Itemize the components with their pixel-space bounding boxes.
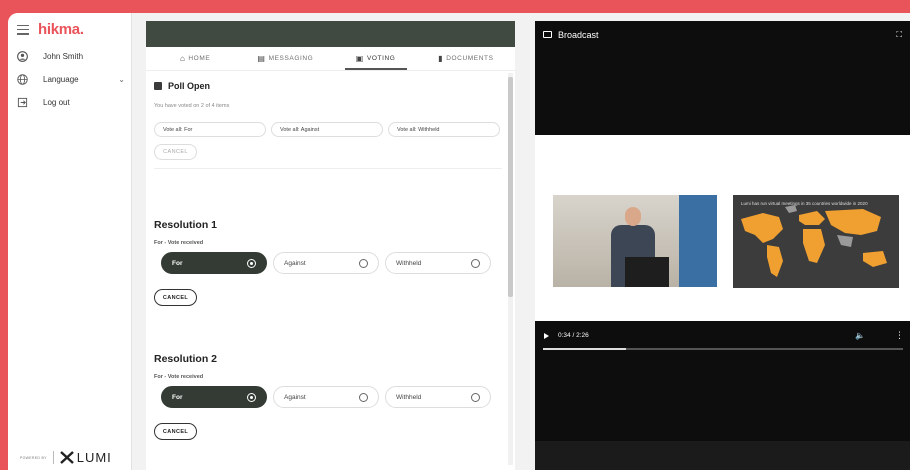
broadcast-footer	[535, 441, 910, 470]
choice-label: For	[172, 393, 183, 401]
broadcast-panel: Broadcast ⛶ Lumi has run virtual meeting…	[535, 21, 910, 470]
choice-row: For Against Withheld	[154, 252, 502, 274]
podium	[625, 257, 669, 287]
choice-withheld[interactable]: Withheld	[385, 252, 491, 274]
voting-content: Poll Open You have voted on 2 of 4 items…	[154, 77, 502, 440]
section-divider	[154, 168, 502, 169]
radio-selected-icon	[247, 258, 256, 268]
cancel-vote-button[interactable]: CANCEL	[154, 289, 197, 306]
logout-label: Log out	[43, 98, 70, 107]
world-map-icon	[741, 205, 887, 277]
radio-icon	[471, 392, 480, 402]
choice-label: For	[172, 259, 183, 267]
vote-all-row: Vote all: For Vote all: Against Vote all…	[154, 122, 502, 137]
vote-all-against-button[interactable]: Vote all: Against	[271, 122, 383, 137]
cancel-vote-button[interactable]: CANCEL	[154, 423, 197, 440]
vote-status: For - Vote received	[154, 374, 204, 380]
sidebar-item-language[interactable]: Language ⌄	[17, 74, 125, 85]
lumi-logo: LUMI	[59, 450, 112, 465]
radio-selected-icon	[247, 392, 256, 402]
menu-icon[interactable]	[17, 24, 29, 35]
scrollbar-thumb[interactable]	[508, 77, 513, 297]
broadcast-title: Broadcast	[558, 29, 599, 40]
radio-icon	[359, 258, 368, 268]
more-options-icon[interactable]: ⋮	[895, 330, 904, 341]
poll-icon	[154, 82, 162, 90]
video-progress[interactable]	[543, 348, 903, 350]
choice-label: Withheld	[396, 393, 422, 401]
tab-documents[interactable]: ▮ DOCUMENTS	[421, 47, 511, 70]
tab-documents-label: DOCUMENTS	[446, 55, 494, 62]
choice-for[interactable]: For	[161, 386, 267, 408]
globe-icon	[17, 74, 28, 85]
documents-icon: ▮	[438, 54, 444, 63]
lumi-x-icon	[59, 451, 74, 464]
choice-withheld[interactable]: Withheld	[385, 386, 491, 408]
panel-header	[146, 21, 515, 47]
broadcast-header: Broadcast ⛶	[535, 21, 910, 48]
app-frame: hikma. John Smith Language ⌄ Log out POW…	[8, 13, 910, 470]
powered-divider	[52, 451, 54, 464]
tab-home[interactable]: ⌂ HOME	[150, 47, 240, 70]
cast-icon	[543, 31, 552, 38]
account-icon	[17, 51, 28, 62]
lumi-wordmark: LUMI	[76, 450, 112, 465]
choice-against[interactable]: Against	[273, 386, 379, 408]
speaker-head	[625, 207, 641, 226]
video-progress-fill	[543, 348, 626, 350]
resolution-title: Resolution 1	[154, 219, 218, 231]
tab-home-label: HOME	[188, 55, 211, 62]
vote-all-for-button[interactable]: Vote all: For	[154, 122, 266, 137]
map-caption: Lumi has run virtual meetings in 35 coun…	[741, 201, 868, 206]
sidebar-item-user[interactable]: John Smith	[17, 51, 125, 62]
cancel-all-button[interactable]: CANCEL	[154, 144, 197, 160]
choice-label: Against	[284, 393, 306, 401]
speaker-video	[553, 195, 717, 287]
tab-voting[interactable]: ▣ VOTING	[331, 47, 421, 70]
resolution-1: Resolution 1 For - Vote received For Aga…	[154, 219, 502, 306]
volume-icon[interactable]: 🔈	[855, 331, 865, 340]
video-frame[interactable]: Lumi has run virtual meetings in 35 coun…	[535, 135, 910, 321]
sidebar-item-logout[interactable]: Log out	[17, 97, 125, 108]
tab-bar: ⌂ HOME ▤ MESSAGING ▣ VOTING ▮ DOCUMENTS	[146, 47, 515, 71]
choice-against[interactable]: Against	[273, 252, 379, 274]
play-icon[interactable]	[544, 333, 549, 339]
resolution-2: Resolution 2 For - Vote received For Aga…	[154, 353, 502, 440]
world-map-slide: Lumi has run virtual meetings in 35 coun…	[733, 195, 899, 288]
voted-summary: You have voted on 2 of 4 items	[154, 103, 230, 109]
fullscreen-icon[interactable]: ⛶	[896, 30, 902, 40]
messaging-icon: ▤	[257, 54, 266, 63]
voting-icon: ▣	[355, 54, 364, 63]
video-controls: 0:34 / 2:26 🔈 ⋮	[535, 323, 910, 353]
brand-logo: hikma.	[38, 21, 84, 38]
video-time: 0:34 / 2:26	[558, 332, 589, 339]
choice-label: Against	[284, 259, 306, 267]
choice-for[interactable]: For	[161, 252, 267, 274]
user-name: John Smith	[43, 52, 84, 61]
radio-icon	[359, 392, 368, 402]
language-label: Language	[43, 75, 79, 84]
poll-heading: Poll Open	[154, 81, 502, 91]
powered-by: POWERED BY LUMI	[20, 450, 112, 465]
choice-label: Withheld	[396, 259, 422, 267]
tab-messaging[interactable]: ▤ MESSAGING	[240, 47, 330, 70]
vote-status: For - Vote received	[154, 240, 204, 246]
resolution-title: Resolution 2	[154, 353, 218, 365]
brand-row: hikma.	[17, 21, 84, 38]
screen-backdrop	[679, 195, 717, 287]
tab-voting-label: VOTING	[366, 55, 396, 62]
logout-icon	[17, 97, 28, 108]
powered-by-text: POWERED BY	[20, 455, 47, 460]
poll-title: Poll Open	[168, 81, 211, 91]
choice-row: For Against Withheld	[154, 386, 502, 408]
voting-panel: ⌂ HOME ▤ MESSAGING ▣ VOTING ▮ DOCUMENTS …	[146, 21, 515, 470]
tab-messaging-label: MESSAGING	[268, 55, 314, 62]
home-icon: ⌂	[179, 54, 186, 63]
vote-all-withheld-button[interactable]: Vote all: Withheld	[388, 122, 500, 137]
radio-icon	[471, 258, 480, 268]
sidebar: hikma. John Smith Language ⌄ Log out POW…	[8, 13, 132, 470]
chevron-down-icon: ⌄	[118, 75, 125, 84]
